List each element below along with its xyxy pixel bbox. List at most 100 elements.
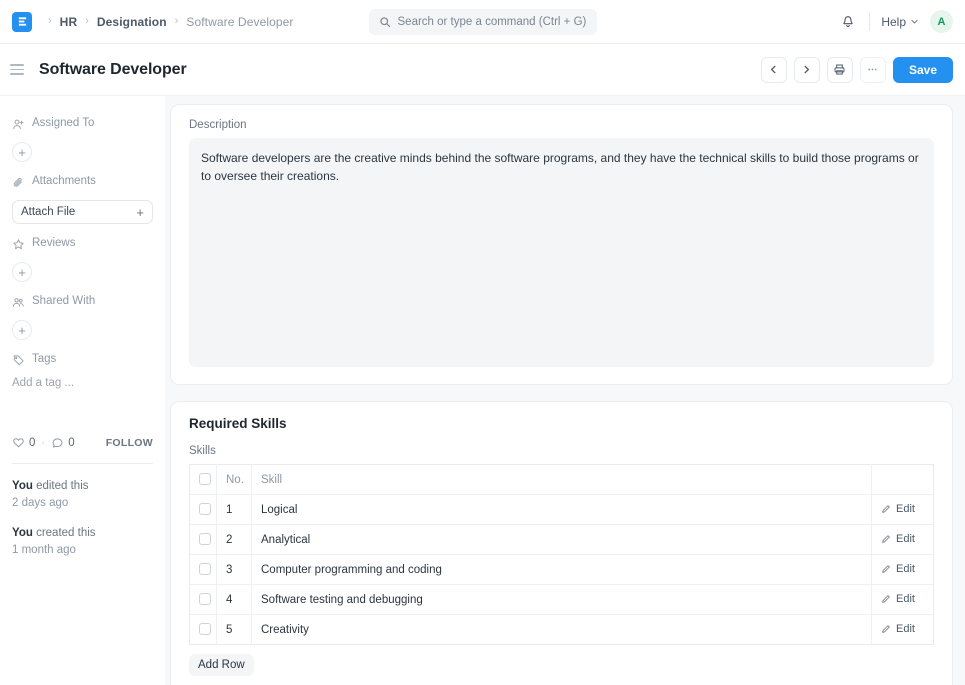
users-icon [12,297,24,307]
table-row[interactable]: 2 Analytical Edit [189,524,934,555]
column-header-actions [871,464,934,495]
save-button[interactable]: Save [892,56,953,83]
ellipsis-icon [868,68,878,71]
edit-row-button[interactable]: Edit [881,533,915,545]
row-checkbox[interactable] [199,623,211,636]
activity-actor: You [12,480,33,492]
row-select-cell[interactable] [189,614,217,645]
edit-row-button[interactable]: Edit [881,503,915,515]
row-checkbox[interactable] [199,533,211,546]
row-select-cell[interactable] [189,524,217,555]
select-all-cell[interactable] [189,464,217,495]
page-header-actions: Save [760,56,953,83]
select-all-checkbox[interactable] [199,473,211,486]
edit-row-label: Edit [896,532,915,545]
chevron-right-icon [804,65,810,74]
edit-row-button[interactable]: Edit [881,593,915,605]
comment-count: 0 [68,436,75,449]
required-skills-title: Required Skills [189,416,287,431]
help-menu[interactable]: Help [881,15,919,29]
comment-button[interactable]: 0 [51,436,75,449]
row-skill[interactable]: Computer programming and coding [251,554,872,585]
activity-timestamp: 2 days ago [12,496,69,509]
social-separator: · [41,436,46,449]
paperclip-icon [13,177,22,187]
required-skills-card: Required Skills Skills No. Skill 1 Logic… [170,401,953,685]
avatar[interactable]: A [930,10,953,33]
row-select-cell[interactable] [189,584,217,615]
add-share-button[interactable]: + [12,320,32,340]
prev-document-button[interactable] [760,56,787,83]
row-skill[interactable]: Logical [251,494,872,525]
page-title: Software Developer [39,60,187,78]
notifications-button[interactable] [838,12,858,32]
row-checkbox[interactable] [199,563,211,576]
chevron-left-icon [771,65,776,74]
edit-row-button[interactable]: Edit [881,563,915,575]
table-row[interactable]: 3 Computer programming and coding Edit [189,554,934,585]
avatar-initial: A [937,15,946,28]
sidebar-label-text: Tags [32,353,57,366]
row-skill[interactable]: Software testing and debugging [251,584,872,615]
add-row-button[interactable]: Add Row [189,654,254,676]
comment-icon [52,438,63,448]
erpnext-logo-icon[interactable] [12,11,32,32]
breadcrumb-item-hr[interactable]: HR [60,15,78,29]
sidebar-divider [12,463,153,464]
row-skill[interactable]: Creativity [251,614,872,645]
sidebar: Assigned To + Attachments Attach File + [0,96,165,685]
breadcrumb-separator-1: › [85,15,89,27]
row-edit-cell[interactable]: Edit [871,524,934,555]
add-tag-input[interactable]: Add a tag ... [12,377,153,389]
sidebar-label-reviews: Reviews [12,234,153,254]
row-edit-cell[interactable]: Edit [871,554,934,585]
sidebar-section-attachments: Attachments Attach File + [12,172,153,224]
sidebar-label-text: Assigned To [32,117,95,130]
table-header-row: No. Skill [189,464,934,495]
pencil-icon [882,594,890,603]
global-search[interactable]: Search or type a command (Ctrl + G) [368,8,597,35]
search-input[interactable]: Search or type a command (Ctrl + G) [368,8,597,35]
sidebar-label-tags: Tags [12,350,153,370]
follow-button[interactable]: FOLLOW [106,437,153,449]
row-checkbox[interactable] [199,503,211,516]
row-number: 4 [216,584,252,615]
description-textarea[interactable]: Software developers are the creative min… [189,138,934,367]
pencil-icon [882,624,890,633]
attach-file-button[interactable]: Attach File + [12,200,153,224]
edit-row-button[interactable]: Edit [881,623,915,635]
sidebar-label-attachments: Attachments [12,172,153,192]
add-assignment-button[interactable]: + [12,142,32,162]
table-row[interactable]: 4 Software testing and debugging Edit [189,584,934,615]
row-select-cell[interactable] [189,554,217,585]
more-options-button[interactable] [859,56,886,83]
column-header-no: No. [216,464,252,495]
breadcrumb-separator-2: › [174,15,179,27]
row-checkbox[interactable] [199,593,211,606]
user-plus-icon [13,119,24,129]
row-edit-cell[interactable]: Edit [871,494,934,525]
table-row[interactable]: 5 Creativity Edit [189,614,934,645]
activity-edited: You edited this 2 days ago [12,478,153,511]
print-button[interactable] [826,56,853,83]
edit-row-label: Edit [896,562,915,575]
row-number: 1 [216,494,252,525]
activity-actor: You [12,527,33,540]
add-review-button[interactable]: + [12,262,32,282]
sidebar-section-assigned-to: Assigned To + [12,114,153,162]
row-skill[interactable]: Analytical [251,524,872,555]
tag-icon [13,354,24,365]
navbar-divider [869,12,871,31]
row-edit-cell[interactable]: Edit [872,615,934,645]
hamburger-menu-icon[interactable] [10,61,28,79]
breadcrumb-item-designation[interactable]: Designation [97,15,167,29]
chevron-down-icon [911,19,918,24]
table-row[interactable]: 1 Logical Edit [189,494,934,525]
edit-row-label: Edit [896,592,915,605]
next-document-button[interactable] [793,56,820,83]
sidebar-label-text: Shared With [32,295,96,308]
row-select-cell[interactable] [189,494,217,525]
breadcrumb: › HR › Designation › Software Developer [48,15,294,29]
like-button[interactable]: 0 [12,436,35,449]
row-edit-cell[interactable]: Edit [871,584,934,615]
